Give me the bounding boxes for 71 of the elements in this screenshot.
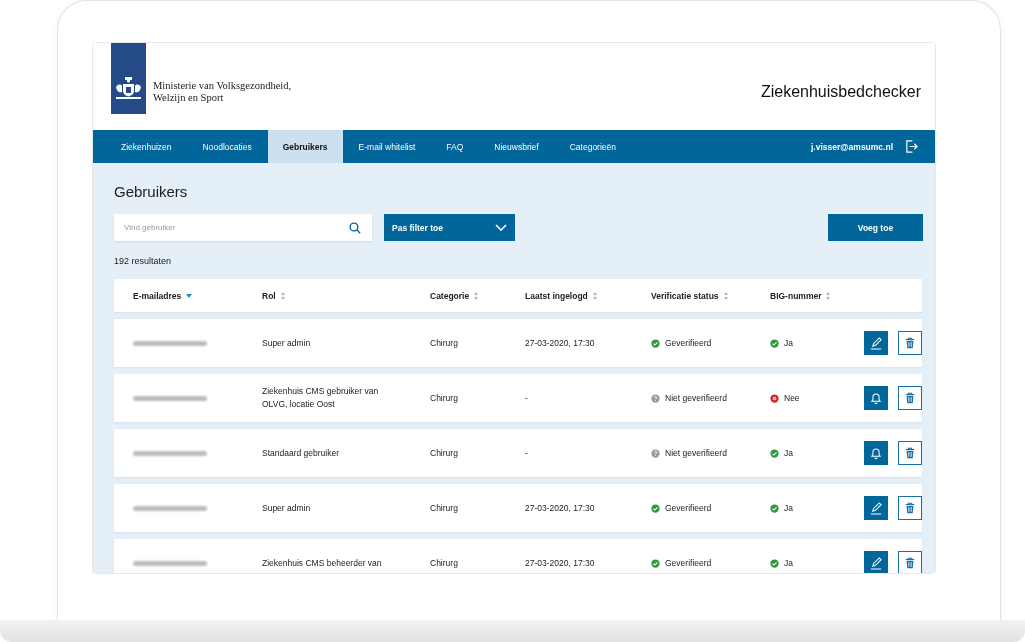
pencil-icon [869, 501, 883, 515]
table-cell: Geverifieerd [665, 336, 712, 350]
nav-tab[interactable]: Categorieën [554, 130, 631, 163]
nav-tab[interactable]: Gebruikers [267, 130, 343, 163]
result-count: 192 resultaten [114, 256, 173, 266]
search-field[interactable]: Vind gebruiker [114, 214, 372, 241]
table-cell: Super admin [262, 501, 311, 515]
table-cell: Ja [784, 501, 793, 515]
bell-icon [869, 446, 883, 460]
trash-icon [904, 556, 916, 570]
edit-button[interactable] [864, 551, 888, 573]
table-cell: Ja [784, 556, 793, 570]
table-cell-text: Ziekenhuis CMS gebruiker van OLVG, locatie Oost [262, 385, 380, 411]
delete-button[interactable] [898, 331, 922, 355]
search-icon[interactable] [349, 222, 361, 234]
table-cell: - [525, 446, 528, 460]
column-header[interactable]: BIG-nummer [770, 290, 822, 301]
table-cell: Nee [784, 391, 800, 405]
column-header[interactable]: Rol [262, 290, 276, 301]
trash-icon [904, 336, 916, 350]
table-cell: Chirurg [430, 501, 458, 515]
table-cell: Ja [784, 336, 793, 350]
table-cell: Super admin [262, 336, 311, 350]
trash-icon [904, 391, 916, 405]
notify-button[interactable] [864, 441, 888, 465]
delete-button[interactable] [898, 386, 922, 410]
trash-icon [904, 501, 916, 515]
user-email: j.visser@amsumc.nl [811, 141, 893, 152]
table-cell: Chirurg [430, 336, 458, 350]
trash-icon [904, 446, 916, 460]
nav-tab[interactable]: Nieuwsbrief [479, 130, 554, 163]
table-cell: - [525, 391, 528, 405]
table-cell: Chirurg [430, 556, 458, 570]
bell-icon [869, 391, 883, 405]
chevron-down-icon [495, 223, 507, 232]
nav-tab[interactable]: FAQ [431, 130, 479, 163]
table-cell: Standaard gebruiker [262, 446, 340, 460]
edit-button[interactable] [864, 496, 888, 520]
column-header[interactable]: Laatst ingelogd [525, 290, 588, 301]
table-cell: Chirurg [430, 446, 458, 460]
ministry-name: Ministerie van Volksgezondheid, [153, 80, 292, 92]
table-cell: Niet geverifieerd [665, 446, 727, 460]
table-cell: Geverifieerd [665, 556, 712, 570]
edit-button[interactable] [864, 331, 888, 355]
add-button[interactable]: Voeg toe [828, 214, 923, 241]
table-cell: Ziekenhuis CMS beheerder van [262, 556, 382, 570]
pencil-icon [869, 336, 883, 350]
column-header[interactable]: E-mailadres [133, 290, 182, 301]
nav-tab[interactable]: Ziekenhuizen [106, 130, 187, 163]
delete-button[interactable] [898, 496, 922, 520]
table-cell: Geverifieerd [665, 501, 712, 515]
column-header[interactable]: Categorie [430, 290, 470, 301]
nav-tab[interactable]: Noodlocaties [187, 130, 267, 163]
table-cell: 27-03-2020, 17:30 [525, 501, 595, 515]
table-cell: 27-03-2020, 17:30 [525, 556, 595, 570]
table-cell: Ja [784, 446, 793, 460]
delete-button[interactable] [898, 441, 922, 465]
nav-tab[interactable]: E-mail whitelist [343, 130, 431, 163]
pencil-icon [869, 556, 883, 570]
app-title: Ziekenhuisbedchecker [760, 83, 921, 101]
logout-icon[interactable] [905, 140, 918, 153]
ministry-name: Welzijn en Sport [153, 92, 225, 104]
delete-button[interactable] [898, 551, 922, 573]
table-cell: Chirurg [430, 391, 458, 405]
column-header[interactable]: Verificatie status [651, 290, 719, 301]
table-cell: Niet geverifieerd [665, 391, 727, 405]
sort-descending-icon[interactable] [186, 293, 193, 298]
notify-button[interactable] [864, 386, 888, 410]
filter-dropdown[interactable]: Pas filter toe [384, 214, 515, 241]
table-cell: 27-03-2020, 17:30 [525, 336, 595, 350]
page-title: Gebruikers [114, 183, 189, 200]
